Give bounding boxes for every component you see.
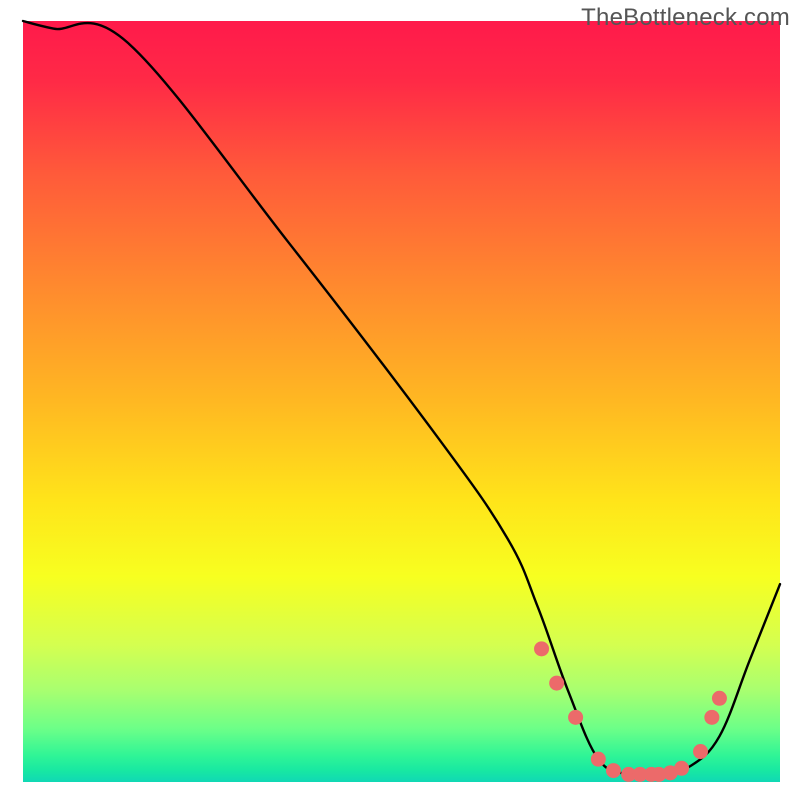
optimal-dot <box>591 752 606 767</box>
plot-area <box>23 21 780 782</box>
optimal-dot <box>534 641 549 656</box>
optimal-dot <box>693 744 708 759</box>
optimal-dot <box>712 691 727 706</box>
optimal-dot <box>568 710 583 725</box>
optimal-dot <box>606 763 621 778</box>
watermark-text: TheBottleneck.com <box>581 4 790 32</box>
optimal-dot <box>674 761 689 776</box>
optimal-dot <box>704 710 719 725</box>
bottleneck-chart <box>0 0 800 800</box>
optimal-dot <box>549 676 564 691</box>
chart-frame: TheBottleneck.com <box>0 0 800 800</box>
